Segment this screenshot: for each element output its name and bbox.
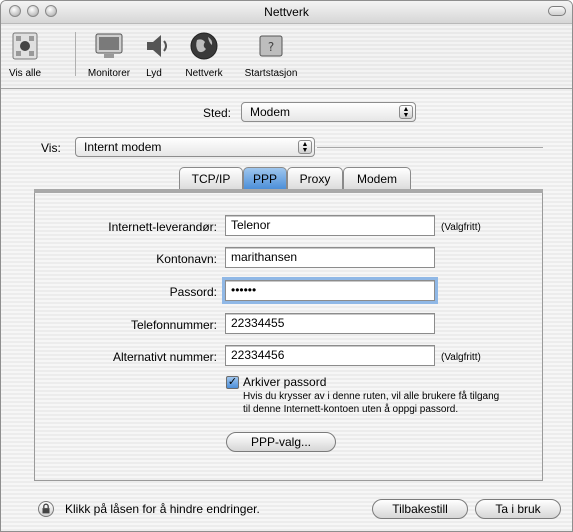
toolbar: Vis alle Monitorer Lyd Nettverk ? Starts… xyxy=(1,24,572,89)
toolbar-item-monitors[interactable]: Monitorer xyxy=(81,30,137,79)
checkmark-icon: ✓ xyxy=(227,376,238,388)
tab-tcpip[interactable]: TCP/IP xyxy=(179,167,243,189)
save-password-note-line-1: Hvis du krysser av i denne ruten, vil al… xyxy=(243,391,500,402)
tab-panel-top-border xyxy=(34,189,543,193)
account-name-field[interactable]: marithansen xyxy=(225,247,435,268)
account-label: Kontonavn: xyxy=(156,252,217,266)
tab-ppp[interactable]: PPP xyxy=(243,167,287,189)
toolbar-label: Monitorer xyxy=(87,68,131,79)
location-label: Sted: xyxy=(203,106,232,120)
lock-icon xyxy=(42,503,50,514)
location-popup[interactable]: Modem ▲ ▼ xyxy=(241,102,416,122)
apple-grid-icon xyxy=(12,32,38,60)
location-value: Modem xyxy=(250,105,291,119)
disk-icon: ? xyxy=(259,35,283,57)
toolbar-toggle-button[interactable] xyxy=(548,6,566,16)
phone-label: Telefonnummer: xyxy=(130,318,217,332)
tab-proxy[interactable]: Proxy xyxy=(287,167,343,189)
alt-phone-number-field[interactable]: 22334456 xyxy=(225,345,435,366)
globe-icon xyxy=(190,32,218,60)
monitor-icon xyxy=(95,33,123,58)
ppp-options-button[interactable]: PPP-valg... xyxy=(226,432,336,452)
toolbar-label: Nettverk xyxy=(185,68,223,79)
provider-field[interactable]: Telenor xyxy=(225,215,435,236)
lock-button[interactable] xyxy=(38,501,54,517)
tab-label: PPP xyxy=(252,172,277,186)
show-value: Internt modem xyxy=(84,140,162,154)
tab-modem[interactable]: Modem xyxy=(343,167,411,189)
apply-button[interactable]: Ta i bruk xyxy=(475,499,561,519)
divider xyxy=(317,147,543,148)
popup-arrows-icon: ▲ ▼ xyxy=(399,105,413,119)
toolbar-label: Lyd xyxy=(146,68,162,79)
password-label: Passord: xyxy=(169,285,217,299)
revert-button[interactable]: Tilbakestill xyxy=(372,499,468,519)
speaker-icon xyxy=(147,35,167,57)
popup-arrows-icon: ▲ ▼ xyxy=(298,140,312,154)
show-label: Vis: xyxy=(41,141,61,155)
tab-label: Modem xyxy=(356,172,397,186)
alt-phone-label: Alternativt nummer: xyxy=(112,350,217,364)
lock-message: Klikk på låsen for å hindre endringer. xyxy=(65,502,260,516)
tab-label: TCP/IP xyxy=(191,172,231,186)
toolbar-label: Startstasjon xyxy=(244,68,298,79)
provider-label: Internett-leverandør: xyxy=(108,220,217,234)
toolbar-item-show-all[interactable]: Vis alle xyxy=(5,30,45,79)
toolbar-item-sound[interactable]: Lyd xyxy=(141,30,167,79)
svg-text:?: ? xyxy=(268,40,274,54)
toolbar-label: Vis alle xyxy=(8,68,42,79)
tab-label: Proxy xyxy=(299,172,331,186)
phone-number-field[interactable]: 22334455 xyxy=(225,313,435,334)
provider-optional-hint: (Valgfritt) xyxy=(441,222,481,233)
toolbar-item-network[interactable]: Nettverk xyxy=(179,30,229,79)
password-field[interactable]: •••••• xyxy=(222,277,438,304)
alt-phone-optional-hint: (Valgfritt) xyxy=(441,352,481,363)
toolbar-separator xyxy=(75,32,76,76)
window-title: Nettverk xyxy=(264,5,309,19)
save-password-checkbox[interactable]: ✓ xyxy=(226,376,239,389)
toolbar-item-startup-disk[interactable]: ? Startstasjon xyxy=(237,30,305,79)
save-password-note-line-2: til denne Internett-kontoen uten å oppgi… xyxy=(243,404,459,415)
title-bar: Nettverk xyxy=(1,1,572,24)
show-popup[interactable]: Internt modem ▲ ▼ xyxy=(75,137,315,157)
preferences-window: Nettverk Vis alle Monitorer Lyd Nettverk… xyxy=(0,0,573,532)
save-password-label: Arkiver passord xyxy=(243,375,327,389)
